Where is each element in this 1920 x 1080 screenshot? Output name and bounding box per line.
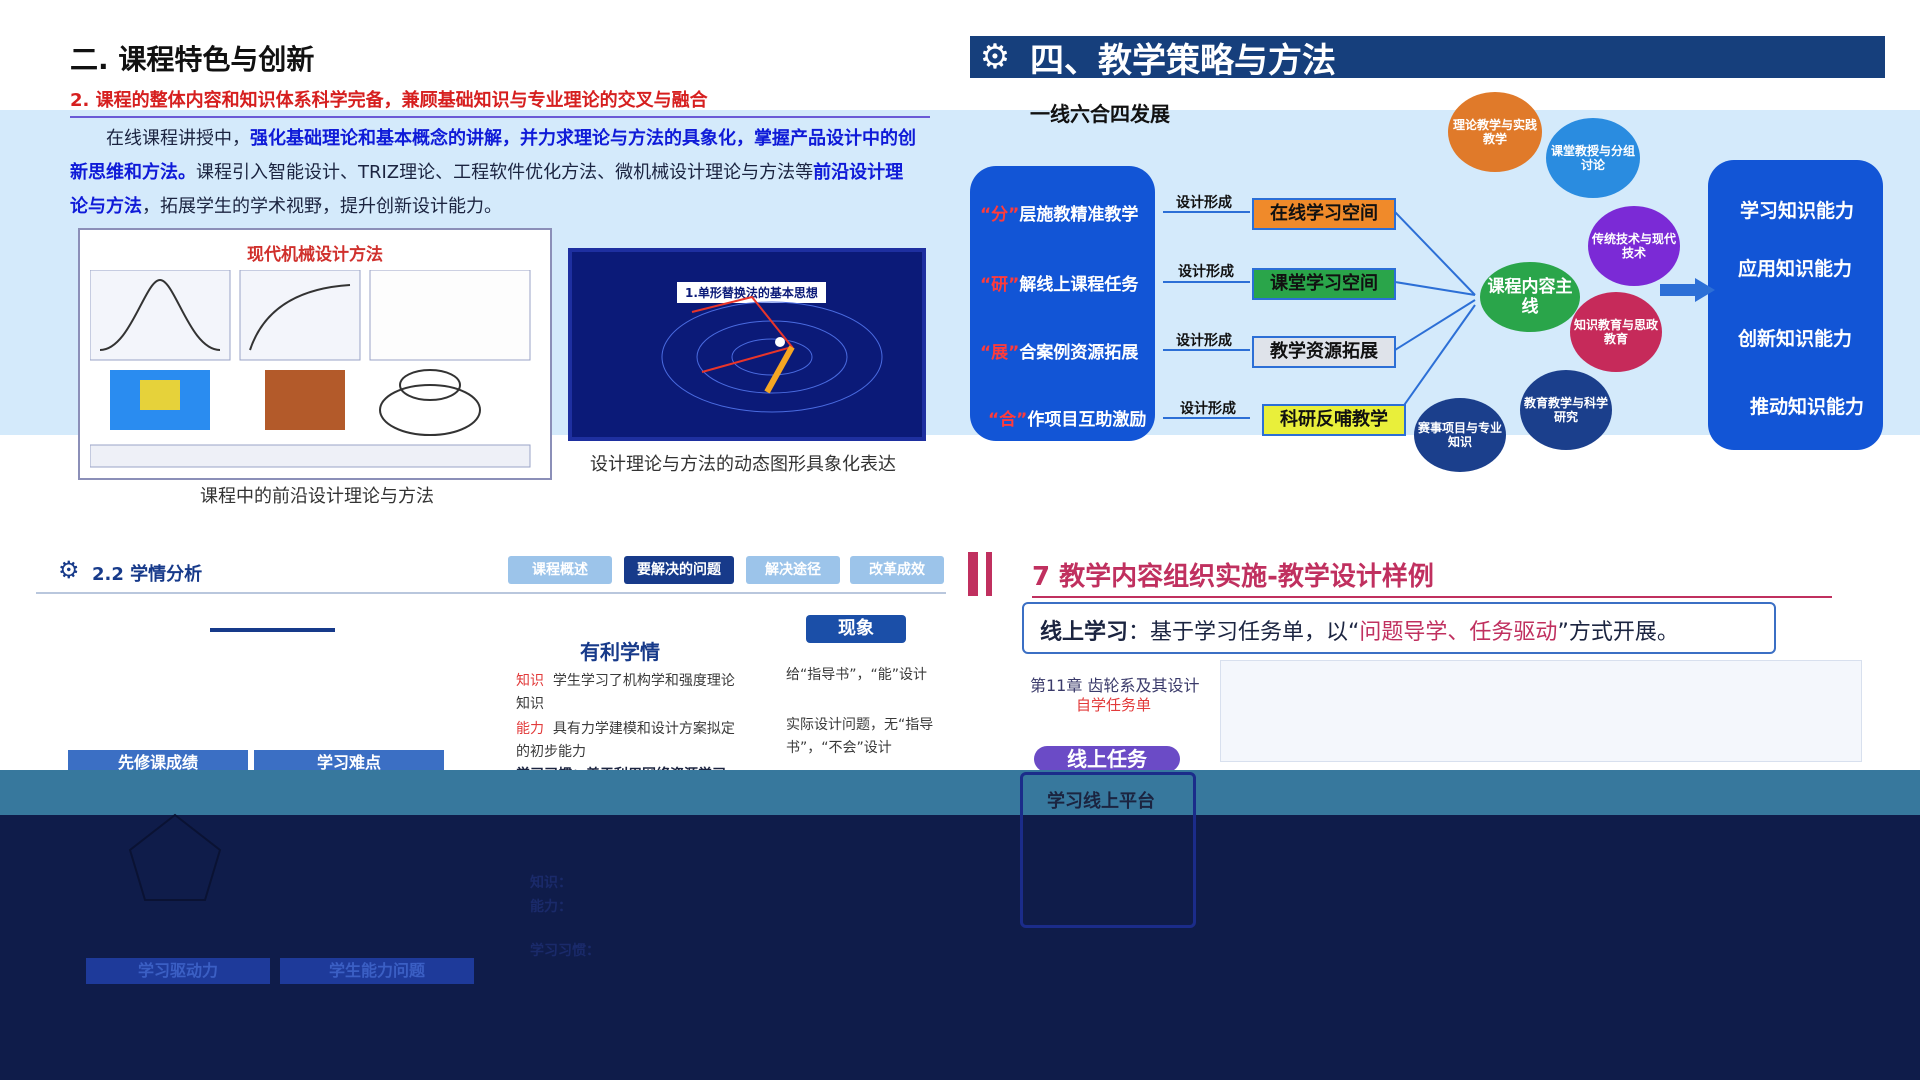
bottom-ability-item: 能力： [530, 899, 572, 915]
figure-right-caption: 设计理论与方法的动态图形具象化表达 [590, 454, 896, 475]
space-box-1: 在线学习空间 [1252, 198, 1396, 230]
circle-competition-knowledge: 赛事项目与专业知识 [1414, 398, 1506, 472]
student-ability-label: 学生能力问题 [280, 958, 474, 984]
strategy-row-4: “合”作项目互助激励 [988, 410, 1147, 430]
space-box-2: 课堂学习空间 [1252, 268, 1396, 300]
figure-simplex-method: 1.单形替换法的基本思想 [568, 248, 926, 441]
panel1-subtitle: 2. 课程的整体内容和知识体系科学完备，兼顾基础知识与专业理论的交叉与融合 [70, 86, 930, 118]
circle-theory-practice: 理论教学与实践教学 [1448, 92, 1542, 172]
figure-modern-design: 现代机械设计方法 [78, 228, 552, 480]
gear-icon: ⚙ [58, 556, 80, 584]
figure-left-title: 现代机械设计方法 [247, 245, 383, 265]
strategy-row-2: “研”解线上课程任务 [980, 275, 1139, 295]
para-prefix: 在线课程讲授中， [106, 128, 250, 149]
phenomenon-item-1: 给“指导书”，“能”设计 [786, 667, 928, 683]
panel4-accent-bar [968, 552, 978, 596]
tab-problems[interactable]: 要解决的问题 [624, 556, 734, 584]
para-suffix: ，拓展学生的学术视野，提升创新设计能力。 [142, 196, 502, 217]
strategy-row-3: “展”合案例资源拓展 [980, 343, 1139, 363]
panel4-rule [1032, 596, 1832, 598]
space-box-4: 科研反哺教学 [1262, 404, 1406, 436]
tab-solutions[interactable]: 解决途径 [746, 556, 840, 584]
panel4-title: 7 教学内容组织实施-教学设计样例 [1032, 562, 1434, 592]
phenomenon-item-2: 实际设计问题，无“指导书”，“不会”设计 [786, 717, 934, 756]
figure-left-caption: 课程中的前沿设计理论与方法 [200, 486, 434, 507]
figure-right-graphics [661, 295, 883, 413]
ability-3: 创新知识能力 [1738, 328, 1853, 350]
chapter-title: 第11章 齿轮系及其设计 [1030, 676, 1200, 695]
tab-course-overview[interactable]: 课程概述 [508, 556, 612, 584]
panel2-title: 四、教学策略与方法 [1030, 41, 1336, 81]
favorable-ability: 能力 具有力学建模和设计方案拟定的初步能力 [516, 721, 735, 760]
favorable-knowledge: 知识 学生学习了机构学和强度理论知识 [516, 673, 735, 712]
ability-4: 推动知识能力 [1750, 396, 1865, 418]
overlay-band-bottom [0, 770, 1920, 1080]
panel1-paragraph: 在线课程讲授中，强化基础理论和基本概念的讲解，并力求理论与方法的具象化，掌握产品… [70, 122, 920, 224]
online-platform-box: 学习线上平台 [1020, 772, 1196, 928]
panel4-accent-bar-2 [986, 552, 992, 596]
strategy-row-1: “分”层施教精准教学 [980, 205, 1139, 225]
para-middle: 课程引入智能设计、TRIZ理论、工程软件优化方法、微机械设计理论与方法等 [196, 162, 814, 183]
online-learning-box: 线上学习：基于学习任务单，以“问题导学、任务驱动”方式开展。 [1022, 602, 1776, 654]
online-platform-label: 学习线上平台 [1047, 791, 1155, 812]
phenomenon-title: 现象 [806, 615, 906, 643]
favorable-title: 有利学情 [580, 640, 660, 664]
circle-knowledge-ideology: 知识教育与思政教育 [1570, 292, 1662, 372]
chart-title-rule [210, 628, 335, 632]
bottom-knowledge-item: 知识： [530, 875, 572, 891]
gear-icon: ⚙ [979, 37, 1011, 77]
overlay-band-stripe [0, 770, 1920, 815]
panel3-divider [36, 592, 946, 594]
space-box-3: 教学资源拓展 [1252, 336, 1396, 368]
task-sheet-preview [1220, 660, 1862, 762]
circle-teaching-research: 教育教学与科学研究 [1520, 370, 1612, 450]
ability-2: 应用知识能力 [1738, 258, 1853, 280]
learning-drive-label: 学习驱动力 [86, 958, 270, 984]
course-main-line-circle: 课程内容主线 [1480, 262, 1580, 332]
tab-results[interactable]: 改革成效 [850, 556, 944, 584]
online-learning-text: 线上学习：基于学习任务单，以“问题导学、任务驱动”方式开展。 [1040, 620, 1679, 645]
chapter-subtitle: 自学任务单 [1076, 696, 1152, 714]
panel1-title: 二. 课程特色与创新 [70, 43, 315, 76]
bottom-habit-item: 学习习惯： [530, 943, 600, 959]
circle-traditional-modern: 传统技术与现代技术 [1588, 206, 1680, 286]
figure-left-graphics [90, 270, 531, 468]
circle-lecture-discussion: 课堂教授与分组讨论 [1546, 118, 1640, 198]
online-task-label: 线上任务 [1034, 746, 1180, 772]
panel3-title: 2.2 学情分析 [92, 564, 203, 585]
panel2-subtitle: 一线六合四发展 [1030, 102, 1170, 126]
ability-1: 学习知识能力 [1740, 200, 1855, 222]
radar-chart-outline [128, 813, 222, 901]
